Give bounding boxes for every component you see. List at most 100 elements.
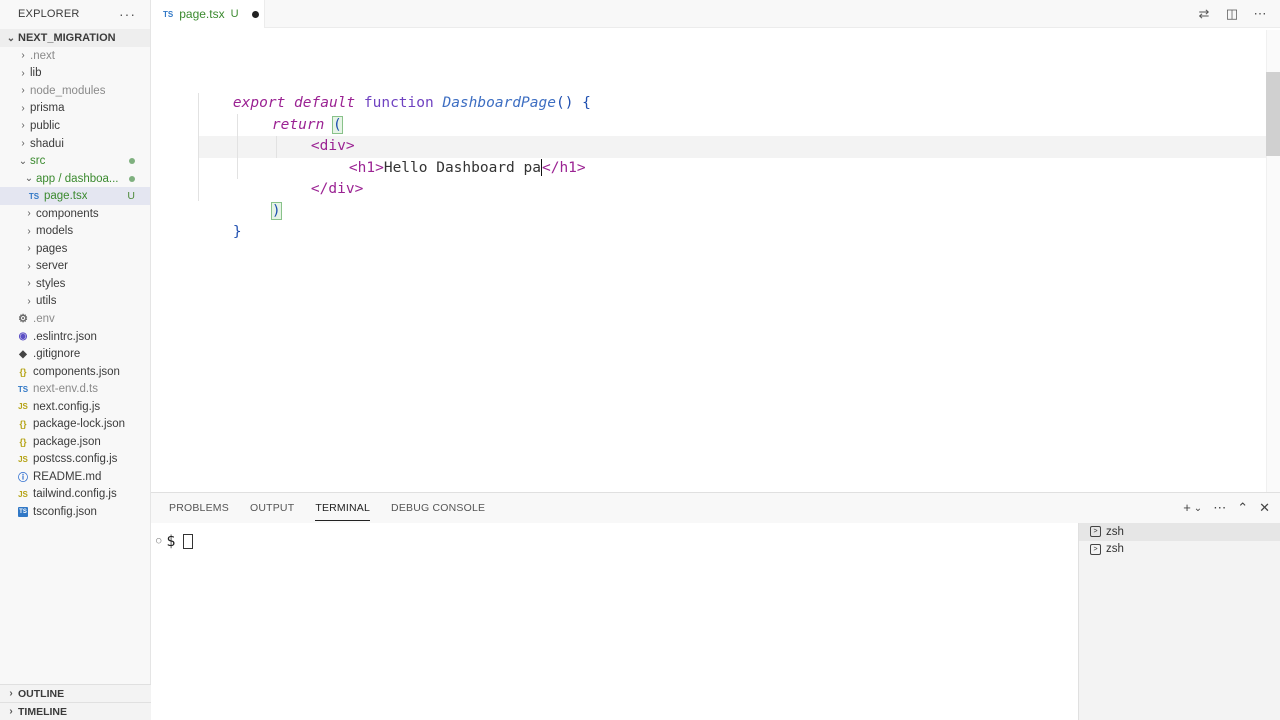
- code-line-3: <div>: [276, 114, 355, 154]
- chevron-down-icon: ⌄: [6, 32, 16, 44]
- terminal-item[interactable]: > zsh: [1079, 523, 1280, 541]
- js-file-icon: JS: [18, 402, 28, 412]
- tree-item-label: shadui: [30, 137, 64, 150]
- tree-item-label: models: [36, 225, 74, 238]
- chevron-right-icon: ›: [27, 243, 31, 255]
- tree-item[interactable]: JS postcss.config.js: [0, 451, 150, 469]
- function-name: DashboardPage: [442, 94, 556, 111]
- chevron-down-icon[interactable]: ⌄: [1194, 500, 1202, 518]
- tree-item[interactable]: › node_modules: [0, 82, 150, 100]
- chevron-right-icon: ›: [21, 85, 25, 97]
- chevron-down-icon: ⌄: [24, 173, 34, 185]
- tab-problems[interactable]: PROBLEMS: [169, 501, 229, 521]
- tab-debug-console[interactable]: DEBUG CONSOLE: [391, 501, 485, 521]
- terminal-list: > zsh > zsh: [1078, 523, 1280, 720]
- code-line-4: <h1>Hello Dashboard pa</h1>: [314, 136, 586, 176]
- ts-file-icon: TS: [17, 384, 29, 394]
- tree-item[interactable]: › utils: [0, 293, 150, 311]
- tree-item[interactable]: ◆ .gitignore: [0, 345, 150, 363]
- tab-page-tsx[interactable]: TS page.tsx U: [151, 0, 265, 28]
- tree-item[interactable]: TS tsconfig.json: [0, 503, 150, 521]
- close-panel-icon[interactable]: ✕: [1259, 500, 1270, 518]
- tree-item-label: src: [30, 155, 46, 168]
- terminal-cursor: [183, 533, 194, 549]
- unsaved-dot-icon[interactable]: [251, 10, 259, 18]
- tree-item[interactable]: › public: [0, 117, 150, 135]
- punctuation: }: [232, 223, 242, 240]
- tree-item[interactable]: ⌄ app / dashboa...: [0, 170, 150, 188]
- timeline-section[interactable]: › TIMELINE: [0, 702, 151, 720]
- tree-item-label: next-env.d.ts: [33, 383, 98, 396]
- tree-item[interactable]: {} package.json: [0, 433, 150, 451]
- split-editor-icon[interactable]: ◫: [1224, 6, 1240, 22]
- chevron-right-icon: ›: [21, 102, 25, 114]
- info-file-icon: ⓘ: [18, 473, 28, 485]
- more-actions-icon[interactable]: ⋯: [1252, 6, 1268, 22]
- tree-item[interactable]: › styles: [0, 275, 150, 293]
- tree-item[interactable]: › lib: [0, 65, 150, 83]
- new-terminal-icon[interactable]: +: [1183, 500, 1191, 518]
- explorer-title: EXPLORER: [18, 8, 80, 20]
- tree-item[interactable]: › shadui: [0, 135, 150, 153]
- tree-item[interactable]: › pages: [0, 240, 150, 258]
- tree-item[interactable]: › models: [0, 222, 150, 240]
- gear-file-icon: ⚙: [18, 313, 28, 326]
- explorer-sidebar: EXPLORER ··· ⌄ NEXT_MIGRATION › .next › lib…: [0, 0, 151, 720]
- more-actions-icon[interactable]: ···: [119, 6, 136, 22]
- editor-actions: ⇄ ◫ ⋯: [1196, 6, 1268, 22]
- tree-item[interactable]: › server: [0, 258, 150, 276]
- tree-item[interactable]: {} components.json: [0, 363, 150, 381]
- tree-item-label: utils: [36, 295, 57, 308]
- json-file-icon: {}: [19, 366, 27, 377]
- tsbox-file-icon: TS: [18, 506, 28, 517]
- tree-item-label: next.config.js: [33, 400, 101, 413]
- ts-file-icon: TS: [28, 191, 40, 201]
- editor-scrollbar-thumb[interactable]: [1266, 72, 1280, 156]
- file-tree: › .next › lib › node_modules › prisma › public › sh…: [0, 47, 150, 521]
- terminal-label: zsh: [1106, 543, 1124, 556]
- tree-item-label: app / dashboa...: [36, 172, 119, 185]
- prompt-status-icon: ○: [156, 536, 162, 546]
- tree-item-label: prisma: [30, 102, 65, 115]
- tree-item[interactable]: JS next.config.js: [0, 398, 150, 416]
- tree-item-label: pages: [36, 242, 68, 255]
- tree-item[interactable]: › prisma: [0, 100, 150, 118]
- more-actions-icon[interactable]: ⋯: [1213, 500, 1226, 518]
- tree-item[interactable]: TS next-env.d.ts: [0, 380, 150, 398]
- tree-item-label: package.json: [33, 435, 101, 448]
- tree-item-label: package-lock.json: [33, 418, 126, 431]
- git-file-icon: ◆: [19, 348, 27, 360]
- tab-terminal[interactable]: TERMINAL: [315, 501, 371, 521]
- terminal-item[interactable]: > zsh: [1079, 541, 1280, 559]
- code-line-2: return (: [237, 93, 343, 134]
- js-file-icon: JS: [18, 454, 28, 464]
- terminal-prompt: ○ $: [156, 532, 194, 550]
- tab-filename: page.tsx: [179, 7, 225, 21]
- tree-item[interactable]: ⓘ README.md: [0, 468, 150, 486]
- workspace-root[interactable]: ⌄ NEXT_MIGRATION: [0, 29, 150, 47]
- tab-output[interactable]: OUTPUT: [250, 501, 294, 521]
- code-editor[interactable]: export default function DashboardPage() …: [151, 28, 1280, 492]
- maximize-panel-icon[interactable]: ⌃: [1237, 500, 1248, 518]
- tree-item[interactable]: JS tailwind.config.js: [0, 486, 150, 504]
- panel-tabs: PROBLEMS OUTPUT TERMINAL DEBUG CONSOLE: [169, 501, 485, 521]
- json-file-icon: {}: [19, 419, 27, 430]
- tree-item[interactable]: ⌄ src: [0, 152, 150, 170]
- outline-section[interactable]: › OUTLINE: [0, 684, 151, 702]
- terminal-output[interactable]: ○ $: [151, 523, 1078, 720]
- tree-item[interactable]: ⚙ .env: [0, 310, 150, 328]
- tree-item[interactable]: ◉ .eslintrc.json: [0, 328, 150, 346]
- bottom-panel: PROBLEMS OUTPUT TERMINAL DEBUG CONSOLE +…: [151, 492, 1280, 720]
- tree-item-label: page.tsx: [44, 190, 88, 203]
- prompt-symbol: $: [166, 532, 176, 550]
- tree-item[interactable]: › .next: [0, 47, 150, 65]
- tree-item[interactable]: {} package-lock.json: [0, 415, 150, 433]
- tree-item[interactable]: › components: [0, 205, 150, 223]
- chevron-right-icon: ›: [27, 225, 31, 237]
- modified-dot-icon: [129, 158, 135, 165]
- code-line-6: ): [237, 179, 282, 220]
- chevron-right-icon: ›: [27, 208, 31, 220]
- tree-item[interactable]: TS page.tsx U: [0, 187, 150, 205]
- compare-changes-icon[interactable]: ⇄: [1196, 6, 1212, 22]
- tree-item-label: public: [30, 119, 61, 132]
